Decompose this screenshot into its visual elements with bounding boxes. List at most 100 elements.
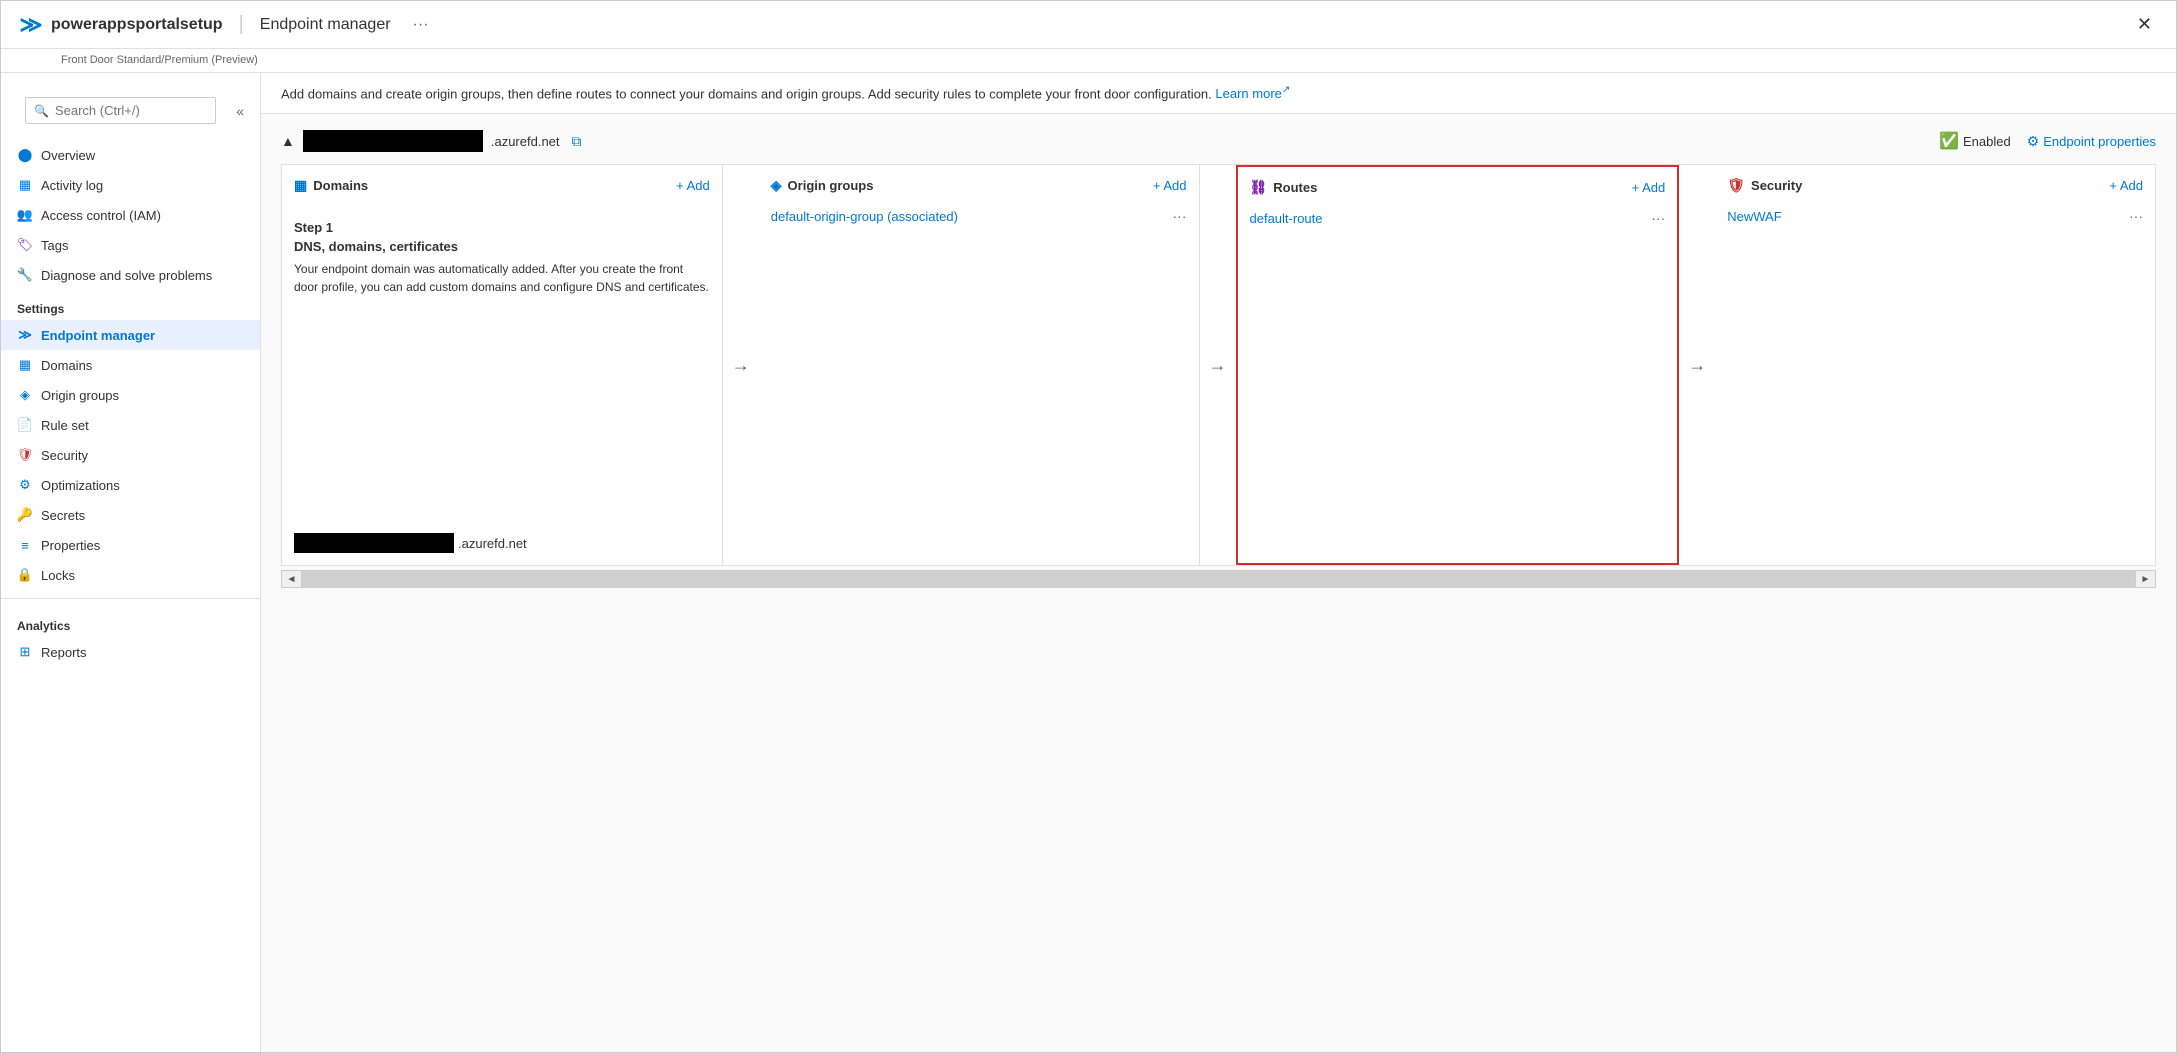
arrow-origins-to-routes: → <box>1200 165 1236 565</box>
sidebar-item-diagnose[interactable]: 🔧 Diagnose and solve problems <box>1 260 260 290</box>
routes-add-button[interactable]: + Add <box>1632 180 1666 195</box>
sidebar-item-locks[interactable]: 🔒 Locks <box>1 560 260 590</box>
page-title-header: Endpoint manager <box>260 16 391 34</box>
security-panel: 🛡 Security + Add NewWAF ··· <box>1715 165 2155 565</box>
info-text: Add domains and create origin groups, th… <box>281 86 1212 101</box>
content-area: Add domains and create origin groups, th… <box>261 73 2176 1052</box>
route-more-button[interactable]: ··· <box>1651 210 1665 226</box>
sidebar-item-label-reports: Reports <box>41 645 87 660</box>
security-item-name[interactable]: NewWAF <box>1727 209 1781 224</box>
sidebar-item-label-overview: Overview <box>41 148 95 163</box>
sidebar-item-label-diagnose: Diagnose and solve problems <box>41 268 212 283</box>
sidebar-item-reports[interactable]: ⊞ Reports <box>1 637 260 667</box>
domains-panel-icon: ▦ <box>294 177 307 194</box>
sidebar-item-activity-log[interactable]: ▦ Activity log <box>1 170 260 200</box>
search-input[interactable] <box>55 103 207 118</box>
route-item-name[interactable]: default-route <box>1250 211 1323 226</box>
domains-step-info: Step 1 DNS, domains, certificates Your e… <box>294 220 710 312</box>
routes-panel-icon: ⛓ <box>1250 179 1268 196</box>
security-panel-title: 🛡 Security <box>1727 177 1802 194</box>
scroll-track[interactable] <box>302 571 2135 587</box>
route-item: default-route ··· <box>1250 206 1666 230</box>
security-more-button[interactable]: ··· <box>2129 208 2143 224</box>
sidebar-item-properties[interactable]: ≡ Properties <box>1 530 260 560</box>
endpoint-manager-content: ▲ .azurefd.net ⧉ ✅ Enabled ⚙ Endpoint pr… <box>261 114 2176 1052</box>
top-bar-left: ≫ powerappsportalsetup | Endpoint manage… <box>17 11 435 39</box>
horizontal-scrollbar[interactable]: ◄ ► <box>281 570 2156 588</box>
origin-groups-panel-icon: ◈ <box>771 177 782 194</box>
sidebar-item-endpoint-manager[interactable]: ≫ Endpoint manager <box>1 320 260 350</box>
close-button[interactable]: ✕ <box>2129 10 2160 39</box>
logo-arrows-icon: ≫ <box>19 12 42 38</box>
step-number: Step 1 <box>294 220 710 235</box>
copy-endpoint-button[interactable]: ⧉ <box>572 133 582 150</box>
sidebar-item-label-rule-set: Rule set <box>41 418 89 433</box>
access-control-icon: 👥 <box>17 207 33 223</box>
routes-panel: ⛓ Routes + Add default-route ··· <box>1236 165 1680 565</box>
scroll-left-button[interactable]: ◄ <box>282 571 302 587</box>
sidebar-item-access-control[interactable]: 👥 Access control (IAM) <box>1 200 260 230</box>
endpoint-manager-icon: ≫ <box>17 327 33 343</box>
endpoint-right: ✅ Enabled ⚙ Endpoint properties <box>1939 131 2156 151</box>
origin-groups-panel-title: ◈ Origin groups <box>771 177 874 194</box>
sidebar-item-label-locks: Locks <box>41 568 75 583</box>
security-add-button[interactable]: + Add <box>2109 178 2143 193</box>
properties-sliders-icon: ⚙ <box>2027 133 2040 150</box>
domains-panel-header: ▦ Domains + Add <box>294 177 710 194</box>
tags-icon: 🏷 <box>17 237 33 253</box>
learn-more-link[interactable]: Learn more↗ <box>1215 86 1290 101</box>
app-subtitle: Front Door Standard/Premium (Preview) <box>61 54 258 66</box>
routes-panel-header: ⛓ Routes + Add <box>1250 179 1666 196</box>
sidebar-item-label-endpoint-manager: Endpoint manager <box>41 328 155 343</box>
sidebar-item-rule-set[interactable]: 📄 Rule set <box>1 410 260 440</box>
app-name: powerappsportalsetup <box>51 16 223 34</box>
title-separator: | <box>239 13 244 36</box>
origin-groups-panel-header: ◈ Origin groups + Add <box>771 177 1187 194</box>
sidebar-item-label-access-control: Access control (IAM) <box>41 208 161 223</box>
collapse-sidebar-button[interactable]: « <box>232 99 248 123</box>
security-icon: 🛡 <box>17 447 33 463</box>
sidebar-item-domains[interactable]: ▦ Domains <box>1 350 260 380</box>
search-box[interactable]: 🔍 <box>25 97 216 124</box>
step-title: DNS, domains, certificates <box>294 239 710 254</box>
rule-set-icon: 📄 <box>17 417 33 433</box>
sidebar-item-label-domains: Domains <box>41 358 92 373</box>
endpoint-suffix: .azurefd.net <box>491 134 560 149</box>
security-panel-header: 🛡 Security + Add <box>1727 177 2143 194</box>
sidebar-item-optimizations[interactable]: ⚙ Optimizations <box>1 470 260 500</box>
security-item: NewWAF ··· <box>1727 204 2143 228</box>
origin-groups-panel: ◈ Origin groups + Add default-origin-gro… <box>759 165 1200 565</box>
origin-groups-title-label: Origin groups <box>788 178 874 193</box>
security-title-label: Security <box>1751 178 1802 193</box>
collapse-endpoint-button[interactable]: ▲ <box>281 133 295 149</box>
enabled-badge: ✅ Enabled <box>1939 131 2011 151</box>
origin-group-item-name[interactable]: default-origin-group (associated) <box>771 209 958 224</box>
reports-icon: ⊞ <box>17 644 33 660</box>
sidebar-item-security[interactable]: 🛡 Security <box>1 440 260 470</box>
origin-group-more-button[interactable]: ··· <box>1173 208 1187 224</box>
domains-add-button[interactable]: + Add <box>676 178 710 193</box>
sidebar-item-origin-groups[interactable]: ◈ Origin groups <box>1 380 260 410</box>
sidebar-item-label-properties: Properties <box>41 538 100 553</box>
analytics-section-title: Analytics <box>1 607 260 637</box>
locks-icon: 🔒 <box>17 567 33 583</box>
sidebar: 🔍 « ⬤ Overview ▦ Activity log 👥 Access c… <box>1 73 261 1052</box>
sidebar-item-label-origin-groups: Origin groups <box>41 388 119 403</box>
domain-suffix-label: .azurefd.net <box>458 536 527 551</box>
sidebar-item-tags[interactable]: 🏷 Tags <box>1 230 260 260</box>
search-icon: 🔍 <box>34 104 49 118</box>
more-options-button[interactable]: ··· <box>407 14 435 36</box>
top-bar: ≫ powerappsportalsetup | Endpoint manage… <box>1 1 2176 49</box>
step-description: Your endpoint domain was automatically a… <box>294 260 710 296</box>
arrow-domains-to-origins: → <box>723 165 759 565</box>
sidebar-item-secrets[interactable]: 🔑 Secrets <box>1 500 260 530</box>
sidebar-item-overview[interactable]: ⬤ Overview <box>1 140 260 170</box>
overview-icon: ⬤ <box>17 147 33 163</box>
origin-groups-add-button[interactable]: + Add <box>1153 178 1187 193</box>
scroll-right-button[interactable]: ► <box>2135 571 2155 587</box>
arrow-routes-to-security: → <box>1679 165 1715 565</box>
main-layout: 🔍 « ⬤ Overview ▦ Activity log 👥 Access c… <box>1 73 2176 1052</box>
enabled-label: Enabled <box>1963 134 2011 149</box>
endpoint-properties-button[interactable]: ⚙ Endpoint properties <box>2027 133 2156 150</box>
origin-group-item: default-origin-group (associated) ··· <box>771 204 1187 228</box>
